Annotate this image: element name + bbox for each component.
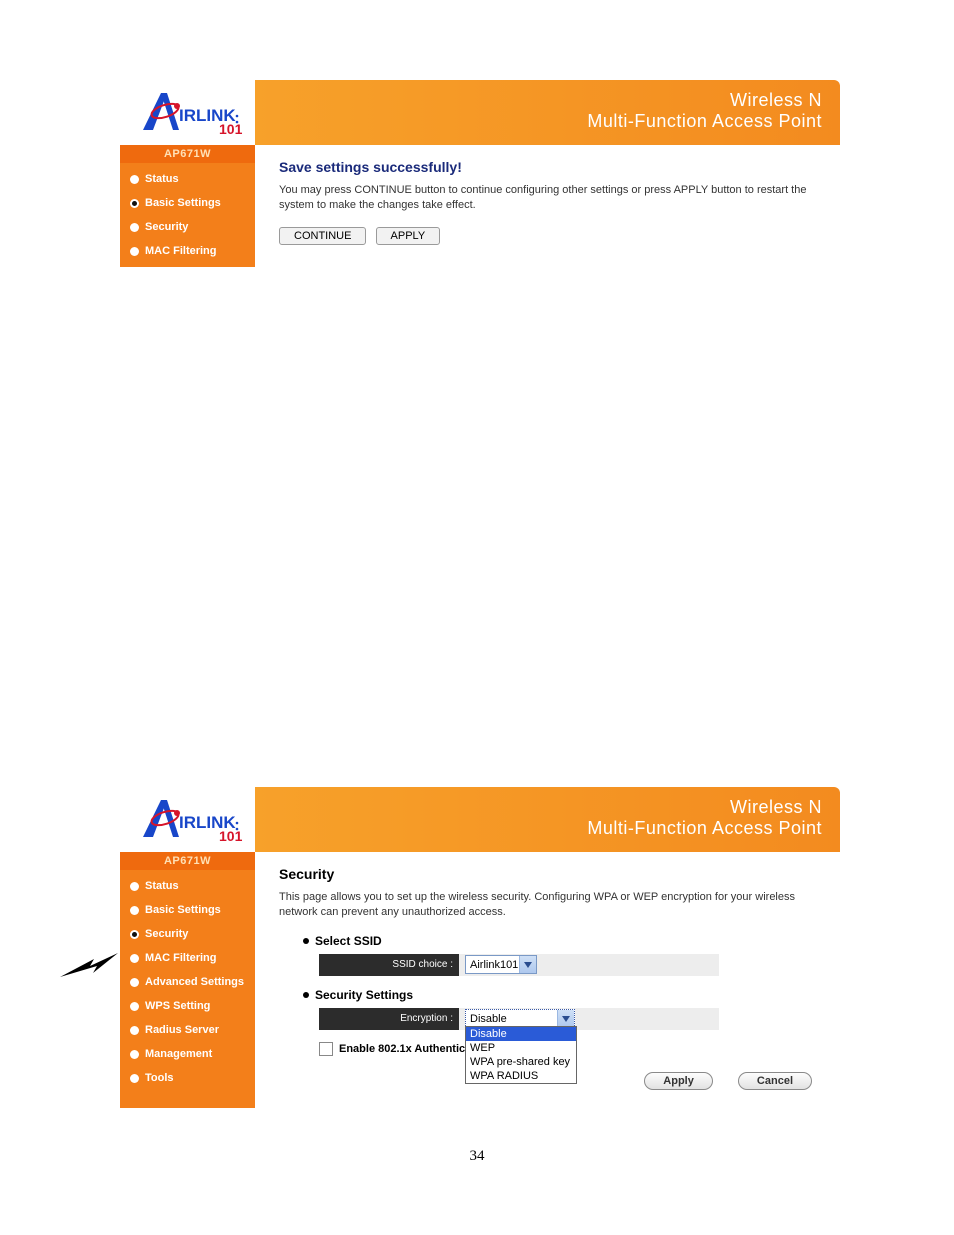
product-banner: Wireless N Multi-Function Access Point <box>255 787 840 852</box>
banner-line2: Multi-Function Access Point <box>255 111 822 132</box>
sidebar-item-wps-setting[interactable]: WPS Setting <box>120 994 255 1018</box>
sidebar-item-label: Security <box>145 928 188 940</box>
page-title: Save settings successfully! <box>279 159 830 175</box>
apply-button[interactable]: Apply <box>644 1072 713 1090</box>
radio-icon <box>130 930 139 939</box>
sidebar-item-advanced-settings[interactable]: Advanced Settings <box>120 970 255 994</box>
section-label: Select SSID <box>315 934 382 948</box>
radio-icon <box>130 978 139 987</box>
sidebar-item-label: MAC Filtering <box>145 952 217 964</box>
sidebar-item-mac-filtering[interactable]: MAC Filtering <box>120 946 255 970</box>
chevron-down-icon <box>519 956 536 973</box>
screenshot-save-settings: IRLINK 101 Wireless N Multi-Function Acc… <box>120 80 840 267</box>
encryption-select-value: Disable <box>470 1013 507 1025</box>
continue-button[interactable]: CONTINUE <box>279 227 366 245</box>
sidebar-item-label: Status <box>145 880 179 892</box>
encryption-option[interactable]: WPA pre-shared key <box>466 1055 576 1069</box>
sidebar-item-security[interactable]: Security <box>120 922 255 946</box>
banner-line1: Wireless N <box>255 90 822 111</box>
radio-icon <box>130 1074 139 1083</box>
chevron-down-icon <box>557 1010 574 1027</box>
encryption-label: Encryption : <box>319 1008 459 1030</box>
encryption-option[interactable]: WPA RADIUS <box>466 1069 576 1083</box>
sidebar-item-label: Advanced Settings <box>145 976 244 988</box>
brand-logo: IRLINK 101 <box>120 787 255 852</box>
radio-icon <box>130 906 139 915</box>
section-security-settings: Security Settings <box>303 988 830 1002</box>
encryption-dropdown-list: Disable WEP WPA pre-shared key WPA RADIU… <box>465 1026 577 1084</box>
radio-icon <box>130 247 139 256</box>
sidebar-item-label: Status <box>145 173 179 185</box>
brand-logo: IRLINK 101 <box>120 80 255 145</box>
bullet-icon <box>303 938 309 944</box>
callout-arrow-icon <box>60 947 120 987</box>
radio-icon <box>130 199 139 208</box>
model-label: AP671W <box>120 145 255 163</box>
radio-icon <box>130 223 139 232</box>
banner-line2: Multi-Function Access Point <box>255 818 822 839</box>
sidebar-item-basic-settings[interactable]: Basic Settings <box>120 191 255 215</box>
sidebar-item-security[interactable]: Security <box>120 215 255 239</box>
sidebar-item-basic-settings[interactable]: Basic Settings <box>120 898 255 922</box>
sidebar-item-management[interactable]: Management <box>120 1042 255 1066</box>
ssid-choice-label: SSID choice : <box>319 954 459 976</box>
svg-text:101: 101 <box>219 121 243 137</box>
banner-line1: Wireless N <box>255 797 822 818</box>
page-number: 34 <box>0 1148 954 1165</box>
sidebar-item-label: Security <box>145 221 188 233</box>
sidebar-item-label: MAC Filtering <box>145 245 217 257</box>
sidebar-item-mac-filtering[interactable]: MAC Filtering <box>120 239 255 263</box>
bullet-icon <box>303 992 309 998</box>
sidebar-item-status[interactable]: Status <box>120 874 255 898</box>
radio-icon <box>130 1026 139 1035</box>
ssid-select[interactable]: Airlink101 <box>465 955 537 974</box>
page-description: This page allows you to set up the wirel… <box>279 890 819 920</box>
radio-icon <box>130 954 139 963</box>
sidebar-item-label: Basic Settings <box>145 904 221 916</box>
screenshot-security: IRLINK 101 Wireless N Multi-Function Acc… <box>120 787 840 1108</box>
encryption-option[interactable]: WEP <box>466 1041 576 1055</box>
encryption-option[interactable]: Disable <box>466 1027 576 1041</box>
sidebar-item-label: Tools <box>145 1072 174 1084</box>
product-banner: Wireless N Multi-Function Access Point <box>255 80 840 145</box>
section-label: Security Settings <box>315 988 413 1002</box>
page-description: You may press CONTINUE button to continu… <box>279 183 819 213</box>
sidebar: AP671W Status Basic Settings Security MA… <box>120 852 255 1108</box>
ssid-select-value: Airlink101 <box>470 959 518 971</box>
sidebar: AP671W Status Basic Settings Security <box>120 145 255 267</box>
sidebar-item-label: Radius Server <box>145 1024 219 1036</box>
radio-icon <box>130 175 139 184</box>
sidebar-item-status[interactable]: Status <box>120 167 255 191</box>
radio-icon <box>130 1002 139 1011</box>
page-title: Security <box>279 866 830 882</box>
sidebar-item-label: WPS Setting <box>145 1000 210 1012</box>
radio-icon <box>130 1050 139 1059</box>
sidebar-item-label: Management <box>145 1048 212 1060</box>
sidebar-item-radius-server[interactable]: Radius Server <box>120 1018 255 1042</box>
enable-8021x-checkbox[interactable] <box>319 1042 333 1056</box>
cancel-button[interactable]: Cancel <box>738 1072 812 1090</box>
section-select-ssid: Select SSID <box>303 934 830 948</box>
radio-icon <box>130 882 139 891</box>
model-label: AP671W <box>120 852 255 870</box>
sidebar-item-tools[interactable]: Tools <box>120 1066 255 1090</box>
apply-button[interactable]: APPLY <box>376 227 441 245</box>
svg-text:101: 101 <box>219 828 243 844</box>
sidebar-item-label: Basic Settings <box>145 197 221 209</box>
